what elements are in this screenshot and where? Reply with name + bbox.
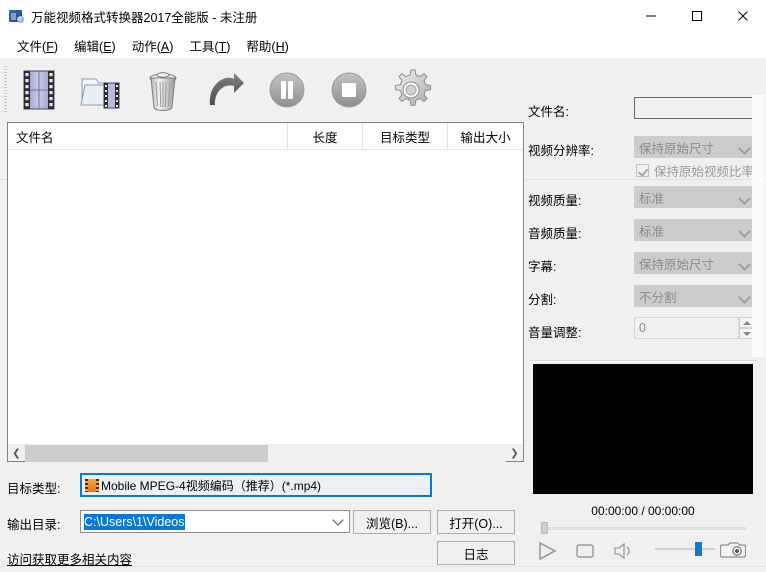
window-title: 万能视频格式转换器2017全能版 - 未注册 (31, 7, 257, 26)
stop-icon[interactable] (322, 63, 376, 117)
menu-bar: 文件(F) 编辑(E) 动作(A) 工具(T) 帮助(H) (0, 32, 766, 58)
column-header-target-type[interactable]: 目标类型 (363, 123, 448, 150)
add-file-icon[interactable] (12, 63, 66, 117)
file-list-header: 文件名 长度 目标类型 输出大小 (8, 123, 523, 150)
volume-input[interactable]: 0 (634, 317, 739, 339)
output-dir-combo[interactable]: C:\Users\1\Videos (80, 510, 350, 533)
file-list-body[interactable] (8, 150, 523, 436)
menu-item-action[interactable]: 动作(A) (124, 33, 182, 58)
chevron-down-icon (739, 224, 751, 236)
hscroll-thumb[interactable] (25, 445, 268, 462)
scroll-right-icon[interactable]: ❯ (506, 445, 523, 462)
status-separator (0, 566, 766, 567)
video-resolution-label: 视频分辨率: (528, 140, 594, 159)
pause-icon[interactable] (260, 63, 314, 117)
close-icon[interactable] (720, 0, 766, 32)
chevron-down-icon (739, 141, 751, 153)
audio-quality-combo[interactable]: 标准 (634, 219, 756, 241)
volume-stepper[interactable]: 0 (634, 317, 755, 339)
open-folder-icon[interactable] (74, 63, 128, 117)
chevron-down-icon (739, 191, 751, 203)
video-resolution-value: 保持原始尺寸 (639, 138, 739, 157)
video-preview[interactable] (533, 364, 753, 494)
preview-separator (530, 360, 756, 362)
column-header-filename[interactable]: 文件名 (8, 123, 288, 150)
delete-icon[interactable] (136, 63, 190, 117)
settings-gear-icon[interactable] (384, 63, 438, 117)
menu-item-edit[interactable]: 编辑(E) (66, 33, 124, 58)
column-header-duration[interactable]: 长度 (288, 123, 363, 150)
video-quality-label: 视频质量: (528, 190, 581, 209)
volume-label: 音量调整: (528, 322, 581, 341)
menu-item-tools[interactable]: 工具(T) (181, 33, 238, 58)
output-dir-value: C:\Users\1\Videos (84, 514, 185, 530)
browse-button[interactable]: 浏览(B)... (353, 510, 431, 534)
checkbox-icon (636, 164, 649, 177)
convert-icon[interactable] (198, 63, 252, 117)
stop-icon[interactable] (571, 538, 599, 564)
seek-thumb[interactable] (541, 522, 548, 534)
volume-slider[interactable] (655, 542, 715, 556)
filename-label: 文件名: (528, 101, 569, 120)
audio-quality-label: 音频质量: (528, 223, 581, 242)
target-type-value: Mobile MPEG-4视频编码（推荐）(*.mp4) (101, 477, 321, 494)
volume-thumb[interactable] (695, 542, 702, 556)
window-controls (628, 0, 766, 32)
video-quality-combo[interactable]: 标准 (634, 186, 756, 208)
open-button[interactable]: 打开(O)... (437, 510, 515, 534)
subtitle-value: 保持原始尺寸 (639, 254, 739, 273)
seek-slider[interactable] (541, 522, 746, 534)
app-film-icon (8, 8, 24, 24)
video-resolution-combo[interactable]: 保持原始尺寸 (634, 136, 756, 158)
target-type-label: 目标类型: (7, 478, 60, 497)
subtitle-combo[interactable]: 保持原始尺寸 (634, 252, 756, 274)
settings-panel-vscrollbar[interactable] (752, 95, 765, 357)
minimize-icon[interactable] (628, 0, 674, 32)
output-dir-label: 输出目录: (7, 514, 60, 533)
keep-ratio-checkbox[interactable]: 保持原始视频比率 (636, 161, 754, 180)
title-bar: 万能视频格式转换器2017全能版 - 未注册 (0, 0, 766, 32)
film-format-icon (85, 479, 99, 492)
settings-panel: 文件名: 视频分辨率: 保持原始尺寸 保持原始视频比率 视频质量: 标准 (528, 95, 766, 350)
hscroll-track[interactable] (25, 445, 506, 462)
split-combo[interactable]: 不分割 (634, 285, 756, 307)
target-type-combo[interactable]: Mobile MPEG-4视频编码（推荐）(*.mp4) (80, 473, 432, 497)
subtitle-label: 字幕: (528, 256, 556, 275)
seek-track (541, 527, 746, 530)
column-header-output-size[interactable]: 输出大小 (448, 123, 523, 150)
menu-item-help[interactable]: 帮助(H) (238, 33, 296, 58)
video-quality-value: 标准 (639, 188, 739, 207)
play-icon[interactable] (533, 538, 561, 564)
volume-track (655, 548, 715, 550)
scroll-left-icon[interactable]: ❮ (8, 445, 25, 462)
application-window: 万能视频格式转换器2017全能版 - 未注册 文件(F) 编辑(E) 动作(A)… (0, 0, 766, 572)
file-list-hscrollbar[interactable]: ❮ ❯ (8, 444, 523, 461)
speaker-icon[interactable] (609, 538, 637, 564)
chevron-down-icon[interactable] (327, 520, 349, 524)
chevron-down-icon (739, 290, 751, 302)
chevron-down-icon (739, 257, 751, 269)
keep-ratio-label: 保持原始视频比率 (654, 161, 754, 180)
menu-item-file[interactable]: 文件(F) (9, 33, 66, 58)
playback-time: 00:00:00 / 00:00:00 (533, 504, 753, 518)
toolbar-grip[interactable] (4, 66, 7, 114)
camera-snapshot-icon[interactable] (720, 538, 746, 560)
filename-input[interactable] (634, 97, 756, 119)
split-label: 分割: (528, 289, 556, 308)
file-list: 文件名 长度 目标类型 输出大小 ❮ ❯ (7, 122, 524, 462)
audio-quality-value: 标准 (639, 221, 739, 240)
log-button[interactable]: 日志 (437, 541, 515, 565)
maximize-icon[interactable] (674, 0, 720, 32)
split-value: 不分割 (639, 287, 739, 306)
